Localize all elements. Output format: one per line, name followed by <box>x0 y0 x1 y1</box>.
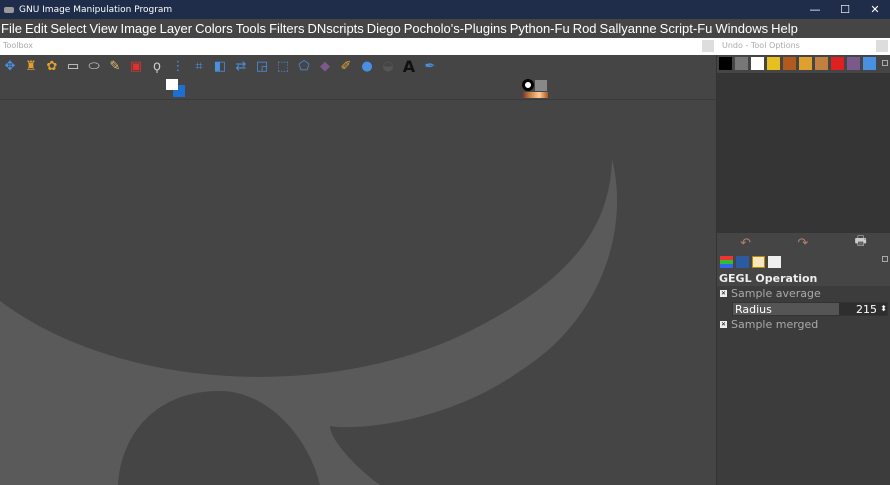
close-button[interactable]: ✕ <box>860 3 890 16</box>
blur-tool-icon[interactable]: ● <box>358 57 376 75</box>
panel-title: Undo - Tool Options <box>722 41 800 50</box>
brush-tab-icon[interactable] <box>719 57 732 70</box>
move-tool-icon[interactable]: ✥ <box>1 57 19 75</box>
menu-filters[interactable]: Filters <box>268 21 306 36</box>
tool-options-tab-icon[interactable] <box>752 256 765 268</box>
sample-merged-checkbox[interactable]: ✕ Sample merged <box>717 317 890 332</box>
color-picker-tool-icon[interactable]: ✒ <box>421 57 439 75</box>
redo-button[interactable]: ↷ <box>797 236 808 251</box>
menu-help[interactable]: Help <box>770 21 800 36</box>
paint-tab-icon[interactable] <box>799 57 812 70</box>
fuzzy-select-tool-icon[interactable]: ✎ <box>106 57 124 75</box>
clear-history-button[interactable]: 🖶 <box>855 232 867 254</box>
heal-tool-icon[interactable]: ✿ <box>43 57 61 75</box>
menu-colors[interactable]: Colors <box>194 21 235 36</box>
toolbox-close-button[interactable] <box>702 40 714 52</box>
menu-python-fu[interactable]: Python-Fu <box>509 21 572 36</box>
text-tool-icon[interactable]: A <box>400 57 418 76</box>
menu-tools[interactable]: Tools <box>235 21 268 36</box>
paths-tool-icon[interactable]: ⋮ <box>169 57 187 75</box>
pattern-tab-icon[interactable] <box>735 57 748 70</box>
menu-bar: File Edit Select View Image Layer Colors Tools F… <box>0 19 890 38</box>
toolbox-title: Toolbox <box>3 41 33 50</box>
maximize-button[interactable]: ☐ <box>830 3 860 16</box>
unified-transform-tool-icon[interactable]: ⇄ <box>232 57 250 75</box>
sample-merged-label: Sample merged <box>731 318 819 331</box>
menu-view[interactable]: View <box>89 21 120 36</box>
gimp-logo-icon <box>4 6 14 13</box>
crop-tool-icon[interactable]: ⌗ <box>190 57 208 75</box>
blend-tab-icon[interactable] <box>847 57 860 70</box>
sample-average-label: Sample average <box>731 287 821 300</box>
menu-layer[interactable]: Layer <box>159 21 195 36</box>
clone-tool-icon[interactable]: ♜ <box>22 57 40 75</box>
title-bar: GNU Image Manipulation Program — ☐ ✕ <box>0 0 890 19</box>
rect-select-tool-icon[interactable]: ▭ <box>64 57 82 75</box>
menu-image[interactable]: Image <box>119 21 158 36</box>
image-tab-icon[interactable] <box>815 57 828 70</box>
options-dock-menu-button[interactable] <box>882 256 888 262</box>
paths-tab-icon[interactable] <box>736 256 749 268</box>
dock-menu-button[interactable] <box>882 60 888 66</box>
minimize-button[interactable]: — <box>800 3 830 16</box>
smudge-tool-icon[interactable]: ◒ <box>379 57 397 75</box>
undo-tool-options-header: Undo - Tool Options <box>716 38 890 55</box>
undo-history-list[interactable] <box>717 73 890 233</box>
brush-pattern-gradient-preview[interactable] <box>522 79 548 99</box>
lasso-tool-icon[interactable]: ϙ <box>148 57 166 75</box>
menu-edit[interactable]: Edit <box>24 21 49 36</box>
menu-dnscripts[interactable]: DNscripts <box>306 21 365 36</box>
color-tab-icon[interactable] <box>831 57 844 70</box>
perspective-tool-icon[interactable]: ⬚ <box>274 57 292 75</box>
radius-label: Radius <box>735 302 772 316</box>
ellipse-select-tool-icon[interactable]: ⬭ <box>85 57 103 75</box>
gradient-tab-icon[interactable] <box>783 57 796 70</box>
tool-options-heading: GEGL Operation <box>717 271 890 286</box>
radius-spinner[interactable]: Radius 215 <box>732 302 888 316</box>
channels-tab-icon[interactable] <box>720 256 733 268</box>
color-select-tool-icon[interactable]: ▣ <box>127 57 145 75</box>
toolbox: ✥ ♜ ✿ ▭ ⬭ ✎ ▣ ϙ ⋮ ⌗ ◧ ⇄ ◲ ⬚ ⬠ ◆ ✐ ● ◒ A ✒ <box>0 55 716 100</box>
cage-tool-icon[interactable]: ⬠ <box>295 57 313 75</box>
flip-tool-icon[interactable]: ◧ <box>211 57 229 75</box>
font-tab-icon[interactable] <box>751 57 764 70</box>
menu-diego[interactable]: Diego <box>366 21 403 36</box>
paintbrush-tool-icon[interactable]: ✐ <box>337 57 355 75</box>
menu-select[interactable]: Select <box>49 21 88 36</box>
toolbox-header: Toolbox <box>0 38 716 55</box>
panel-close-button[interactable] <box>876 40 888 52</box>
menu-script-fu[interactable]: Script-Fu <box>659 21 715 36</box>
menu-file[interactable]: File <box>0 21 24 36</box>
menu-rod[interactable]: Rod <box>572 21 599 36</box>
menu-sallyanne[interactable]: Sallyanne <box>599 21 659 36</box>
scale-tool-icon[interactable]: ◲ <box>253 57 271 75</box>
image-canvas[interactable] <box>0 101 716 485</box>
window-title: GNU Image Manipulation Program <box>19 4 173 15</box>
layers-tab-icon[interactable] <box>768 256 781 268</box>
fg-bg-color-swatch[interactable] <box>166 79 186 99</box>
undo-tool-options-dock: ↶ ↷ 🖶 GEGL Operation ✕ Sample average Rad… <box>716 55 890 485</box>
radius-value[interactable]: 215 <box>839 303 887 316</box>
undo-button[interactable]: ↶ <box>740 236 751 251</box>
menu-pocholo-s-plugins[interactable]: Pocholo's-Plugins <box>403 21 509 36</box>
menu-windows[interactable]: Windows <box>714 21 770 36</box>
histogram-tab-icon[interactable] <box>863 57 876 70</box>
blend-tool-icon[interactable]: ◆ <box>316 57 334 75</box>
undo-tab-icon[interactable] <box>767 57 780 70</box>
wilber-background-graphic <box>0 159 618 485</box>
sample-average-checkbox[interactable]: ✕ Sample average <box>717 286 890 301</box>
